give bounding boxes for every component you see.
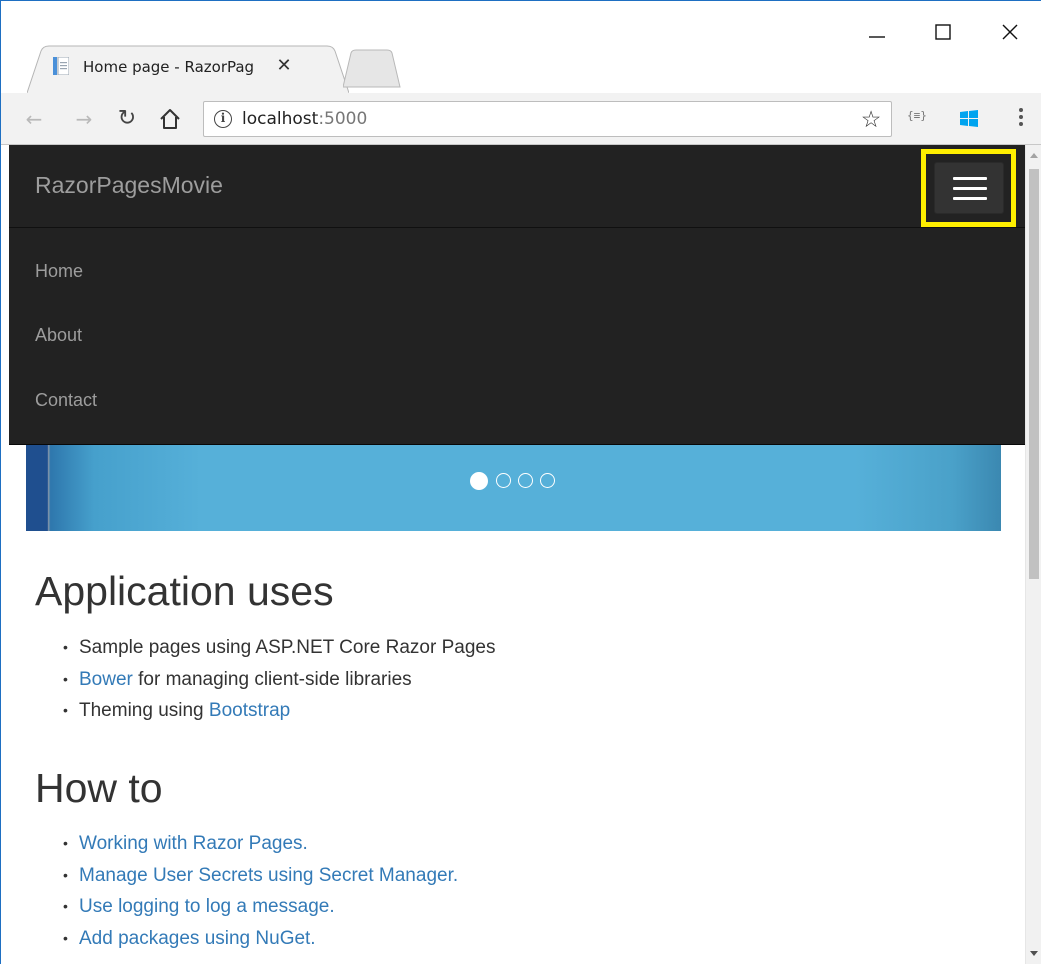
list-item: • Bower for managing client-side librarie…	[63, 668, 412, 690]
info-icon[interactable]: i	[214, 110, 232, 128]
tab-title: Home page - RazorPages	[83, 58, 253, 76]
list-item: • Use logging to log a message.	[63, 896, 335, 917]
scroll-up-arrow-icon[interactable]	[1030, 153, 1038, 158]
carousel-dot[interactable]	[518, 473, 533, 488]
browser-menu-button[interactable]	[1014, 105, 1028, 133]
user-secrets-link[interactable]: Manage User Secrets using Secret Manager…	[79, 865, 458, 886]
home-icon	[160, 109, 180, 129]
navbar-toggle-button[interactable]	[934, 162, 1004, 214]
browser-window: Home page - RazorPages ✕ ← → ↻ i localho…	[0, 0, 1041, 964]
how-to-list: • Working with Razor Pages. • Manage User …	[63, 828, 459, 954]
section-heading-how-to: How to	[35, 765, 163, 811]
close-icon[interactable]: ✕	[273, 54, 295, 76]
carousel-dot[interactable]	[540, 473, 555, 488]
new-tab-button[interactable]	[342, 49, 401, 89]
nav-link-about[interactable]: About	[35, 325, 82, 346]
address-bar[interactable]: i localhost:5000 ☆	[203, 101, 892, 137]
windows-extension-icon[interactable]	[958, 108, 980, 130]
minimize-icon	[869, 36, 885, 38]
url-text[interactable]: localhost:5000	[242, 109, 367, 129]
page-viewport: RazorPagesMovie Home About Contact Appli…	[1, 145, 1041, 964]
list-item: • Sample pages using ASP.NET Core Razor P…	[63, 637, 496, 658]
vertical-scrollbar[interactable]	[1025, 145, 1041, 964]
logging-link[interactable]: Use logging to log a message.	[79, 896, 335, 917]
nav-link-home[interactable]: Home	[35, 261, 83, 282]
carousel-dot[interactable]	[470, 472, 488, 490]
application-uses-list: • Sample pages using ASP.NET Core Razor P…	[63, 632, 496, 727]
nuget-link[interactable]: Add packages using NuGet.	[79, 928, 316, 949]
navbar: RazorPagesMovie Home About Contact	[9, 145, 1025, 445]
json-viewer-extension-icon[interactable]: {≡}	[907, 109, 927, 122]
list-item: • Manage User Secrets using Secret Manage…	[63, 864, 459, 886]
carousel-dot[interactable]	[496, 473, 511, 488]
navbar-brand[interactable]: RazorPagesMovie	[35, 172, 223, 199]
list-item: • Theming using Bootstrap	[63, 700, 291, 721]
minimize-button[interactable]	[862, 17, 892, 47]
browser-toolbar: ← → ↻ i localhost:5000 ☆ {≡}	[1, 93, 1041, 145]
scroll-down-arrow-icon[interactable]	[1030, 951, 1038, 956]
arrow-right-icon: →	[75, 107, 93, 131]
bookmark-star-icon[interactable]: ☆	[858, 106, 884, 132]
title-bar: Home page - RazorPages ✕	[1, 1, 1041, 93]
reload-icon: ↻	[117, 106, 137, 131]
arrow-left-icon: ←	[25, 107, 43, 131]
back-button[interactable]: ←	[21, 106, 47, 132]
browser-tab[interactable]: Home page - RazorPages ✕	[27, 45, 349, 93]
page-icon	[53, 57, 69, 75]
list-item: • Working with Razor Pages.	[63, 833, 308, 854]
maximize-button[interactable]	[928, 17, 958, 47]
navbar-divider	[9, 227, 1025, 228]
close-window-icon	[1002, 24, 1018, 40]
list-item: • Add packages using NuGet.	[63, 927, 316, 949]
scrollbar-thumb[interactable]	[1029, 169, 1039, 579]
carousel	[26, 445, 1001, 531]
home-button[interactable]	[157, 106, 183, 132]
highlight-box	[921, 149, 1016, 227]
razor-pages-link[interactable]: Working with Razor Pages.	[79, 833, 308, 854]
nav-link-contact[interactable]: Contact	[35, 390, 97, 411]
section-heading-application-uses: Application uses	[35, 568, 334, 614]
forward-button[interactable]: →	[71, 106, 97, 132]
maximize-icon	[935, 24, 951, 40]
bower-link[interactable]: Bower	[79, 669, 133, 690]
reload-button[interactable]: ↻	[114, 106, 140, 132]
window-close-button[interactable]	[995, 17, 1025, 47]
bootstrap-link[interactable]: Bootstrap	[209, 700, 290, 721]
